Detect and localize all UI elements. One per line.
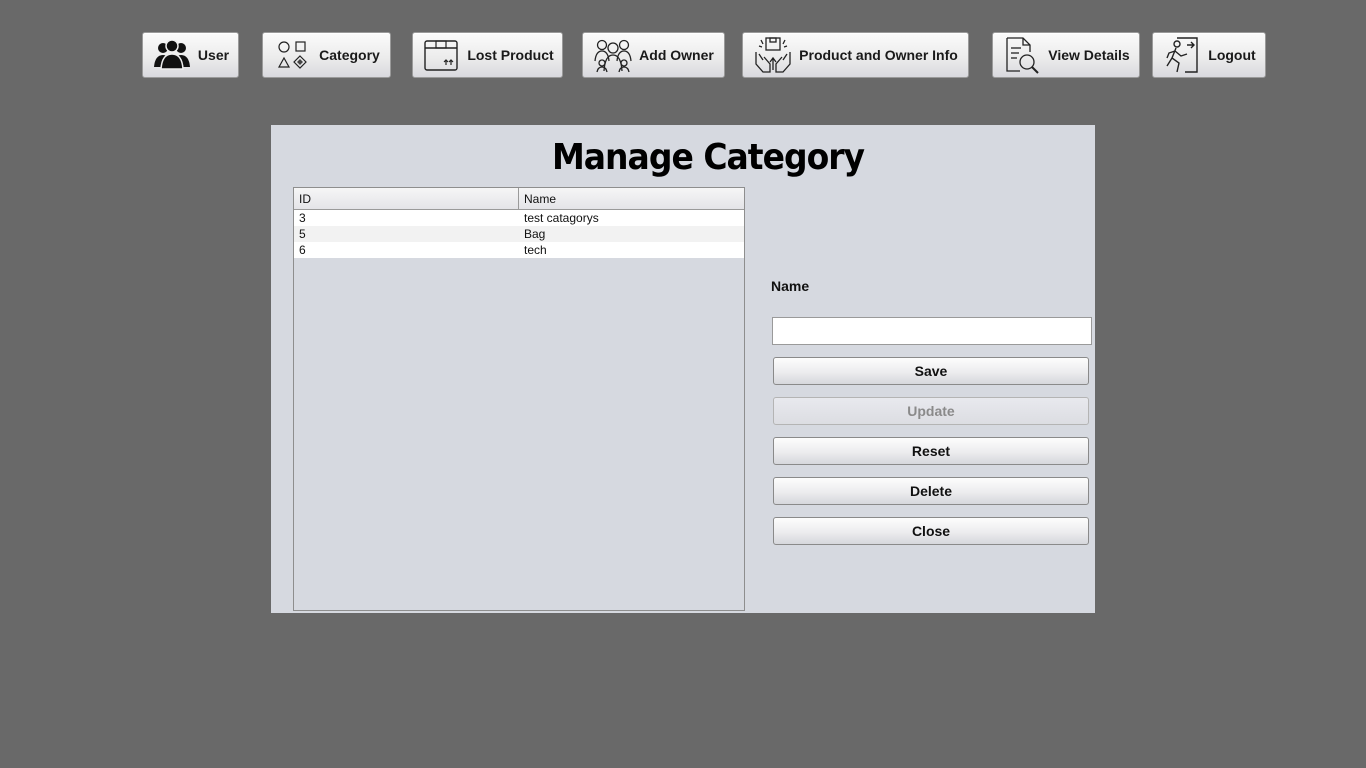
update-button: Update [773,397,1089,425]
view-details-nav-label: View Details [1048,47,1130,63]
reset-button[interactable]: Reset [773,437,1089,465]
lost-product-nav-label: Lost Product [467,47,554,63]
add-owner-nav-button[interactable]: Add Owner [582,32,725,78]
user-nav-label: User [197,47,230,63]
table-body: 3 test catagorys 5 Bag 6 tech [294,210,744,258]
users-icon [152,36,192,74]
cell-id: 5 [299,227,306,241]
table-header: ID Name [294,188,744,210]
document-search-icon [1002,36,1042,74]
cell-name: Bag [524,227,546,241]
group-outline-icon [593,36,633,74]
category-nav-label: Category [319,47,380,63]
product-owner-info-nav-label: Product and Owner Info [799,47,958,63]
logout-nav-label: Logout [1208,47,1256,63]
cell-name: tech [524,243,547,257]
column-header-id[interactable]: ID [294,188,519,209]
delete-button[interactable]: Delete [773,477,1089,505]
name-input[interactable] [772,317,1092,345]
cell-name: test catagorys [524,211,599,225]
cell-id: 6 [299,243,306,257]
lost-product-nav-button[interactable]: Lost Product [412,32,563,78]
table-row[interactable]: 3 test catagorys [294,210,744,226]
view-details-nav-button[interactable]: View Details [992,32,1140,78]
manage-category-panel: Manage Category ID Name 3 test catagorys… [271,125,1095,613]
table-row[interactable]: 5 Bag [294,226,744,242]
shapes-icon [273,36,313,74]
cell-id: 3 [299,211,306,225]
page-title: Manage Category [551,135,865,178]
category-table[interactable]: ID Name 3 test catagorys 5 Bag 6 tech [293,187,745,611]
logout-nav-button[interactable]: Logout [1152,32,1266,78]
save-button[interactable]: Save [773,357,1089,385]
box-icon [421,36,461,74]
column-header-name[interactable]: Name [519,188,744,209]
category-nav-button[interactable]: Category [262,32,391,78]
table-row[interactable]: 6 tech [294,242,744,258]
hands-box-icon [753,36,793,74]
add-owner-nav-label: Add Owner [639,47,714,63]
user-nav-button[interactable]: User [142,32,239,78]
exit-run-icon [1162,36,1202,74]
close-button[interactable]: Close [773,517,1089,545]
name-field-label: Name [771,278,810,294]
product-owner-info-nav-button[interactable]: Product and Owner Info [742,32,969,78]
